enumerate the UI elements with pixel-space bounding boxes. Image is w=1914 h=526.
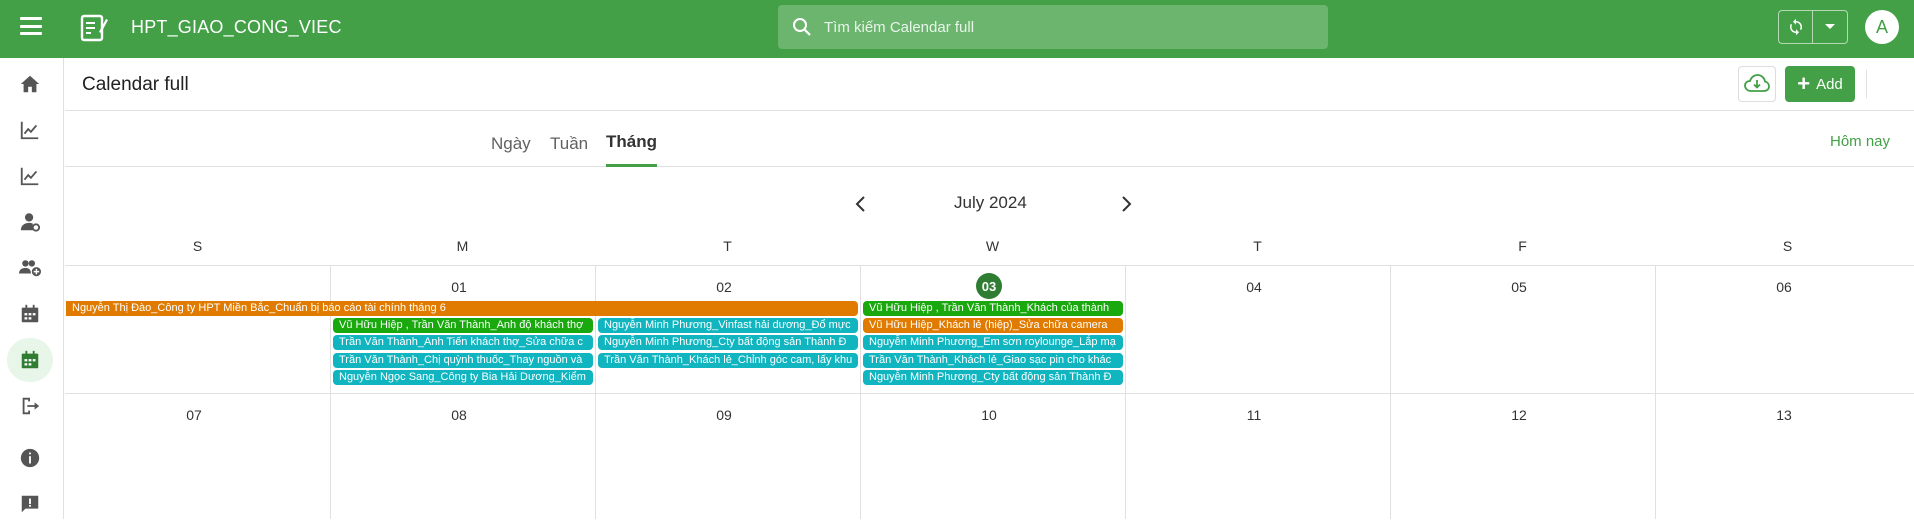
divider: [1866, 70, 1867, 98]
chevron-right-icon: [1122, 196, 1132, 212]
caret-down-icon: [1825, 24, 1835, 29]
tab-month[interactable]: Tháng: [606, 132, 657, 152]
sidebar-item-user-settings[interactable]: [7, 200, 53, 244]
next-month-button[interactable]: [1116, 194, 1136, 214]
calendar-event[interactable]: Nguyễn Minh Phương_Cty bất động sản Thàn…: [598, 335, 858, 350]
calendar-event[interactable]: Trần Văn Thành_Chị quỳnh thuốc_Thay nguồ…: [333, 353, 593, 368]
sidebar-item-home[interactable]: [7, 62, 53, 106]
page-header: Calendar full + Add: [65, 58, 1914, 111]
calendar-event[interactable]: Trần Văn Thành_Anh Tiến khách thợ_Sửa ch…: [333, 335, 593, 350]
trending-icon: [20, 167, 39, 186]
app-title: HPT_GIAO_CONG_VIEC: [131, 17, 342, 37]
sync-button[interactable]: [1779, 11, 1813, 43]
calendar-event[interactable]: Vũ Hữu Hiệp_Khách lẻ (hiệp)_Sửa chữa cam…: [863, 318, 1123, 333]
tab-day[interactable]: Ngày: [491, 134, 531, 154]
add-button-label: Add: [1816, 75, 1843, 93]
sidebar-item-calendar[interactable]: [7, 292, 53, 336]
view-tabs: Ngày Tuần Tháng Hôm nay: [65, 112, 1914, 167]
day-cell-number[interactable]: 06: [1769, 279, 1799, 295]
sidebar-item-info[interactable]: [7, 436, 53, 480]
weekday-label: M: [456, 238, 469, 254]
menu-icon[interactable]: [20, 17, 42, 35]
prev-month-button[interactable]: [851, 194, 871, 214]
sidebar-item-report-1[interactable]: [7, 108, 53, 152]
calendar-event[interactable]: Vũ Hữu Hiệp , Trần Văn Thành_Anh độ khác…: [333, 318, 593, 333]
sidebar-item-report-2[interactable]: [7, 154, 53, 198]
sidebar: [0, 58, 64, 519]
day-cell-number[interactable]: 02: [709, 279, 739, 295]
calendar-event[interactable]: Nguyễn Thị Đào_Công ty HPT Miền Bắc_Chuẩ…: [66, 301, 858, 316]
sync-dropdown-button[interactable]: [1813, 11, 1847, 43]
search-bar[interactable]: [778, 5, 1328, 49]
trending-icon: [20, 121, 39, 140]
calendar-icon: [21, 304, 39, 323]
day-cell-number[interactable]: 10: [974, 407, 1004, 423]
month-navigation: July 2024: [65, 168, 1914, 238]
month-label: July 2024: [954, 193, 1027, 212]
sync-button-group: [1778, 10, 1848, 44]
plus-icon: +: [1797, 71, 1811, 96]
weekday-label: S: [1782, 238, 1793, 254]
chevron-left-icon: [855, 196, 865, 212]
day-cell-number[interactable]: 07: [179, 407, 209, 423]
day-cell-number[interactable]: 11: [1239, 407, 1269, 423]
today-day-badge[interactable]: 03: [976, 273, 1002, 299]
avatar[interactable]: A: [1865, 10, 1899, 44]
calendar-event[interactable]: Trần Văn Thành_Khách lẻ_Giao sạc pin cho…: [863, 353, 1123, 368]
info-icon: [20, 448, 40, 468]
feedback-icon: [21, 495, 39, 513]
day-cell-number[interactable]: 13: [1769, 407, 1799, 423]
weekday-header: S M T W T F S: [65, 236, 1914, 266]
calendar-event[interactable]: Trần Văn Thành_Khách lẻ_Chỉnh góc cam, l…: [598, 353, 858, 368]
calendar-icon: [21, 350, 39, 369]
calendar-event[interactable]: Nguyễn Minh Phương_Cty bất động sản Thàn…: [863, 370, 1123, 385]
logout-icon: [22, 397, 40, 415]
add-group-icon: [19, 260, 41, 277]
calendar-event[interactable]: Nguyễn Ngọc Sang_Công ty Bia Hải Dương_K…: [333, 370, 593, 385]
tab-week[interactable]: Tuần: [550, 134, 588, 154]
day-cell-number[interactable]: 04: [1239, 279, 1269, 295]
weekday-label: F: [1518, 238, 1527, 254]
sidebar-item-calendar-full[interactable]: [7, 338, 53, 382]
add-button[interactable]: + Add: [1785, 66, 1855, 102]
app-logo-icon: [77, 12, 109, 44]
day-cell-number[interactable]: 08: [444, 407, 474, 423]
day-cell-number[interactable]: 05: [1504, 279, 1534, 295]
calendar-event[interactable]: Nguyễn Minh Phương_Em sơn roylounge_Lắp …: [863, 335, 1123, 350]
search-icon: [793, 18, 811, 36]
sync-icon: [1789, 18, 1802, 36]
weekday-label: W: [985, 238, 1000, 254]
calendar-event[interactable]: Vũ Hữu Hiệp , Trần Văn Thành_Khách của t…: [863, 301, 1123, 316]
calendar-event[interactable]: Nguyễn Minh Phương_Vinfast hải dương_Đổ …: [598, 318, 858, 333]
weekday-label: S: [192, 238, 203, 254]
day-cell-number[interactable]: 12: [1504, 407, 1534, 423]
sidebar-item-logout[interactable]: [7, 384, 53, 428]
cloud-download-icon: [1744, 74, 1770, 92]
day-cell-number[interactable]: 01: [444, 279, 474, 295]
active-tab-indicator: [606, 164, 657, 167]
user-gear-icon: [20, 213, 41, 232]
day-cell-number[interactable]: 09: [709, 407, 739, 423]
today-button[interactable]: Hôm nay: [1830, 133, 1890, 150]
weekday-label: T: [723, 238, 732, 254]
sidebar-item-feedback[interactable]: [7, 482, 53, 526]
top-app-bar: HPT_GIAO_CONG_VIEC A: [0, 0, 1914, 58]
home-icon: [20, 75, 40, 93]
weekday-label: T: [1253, 238, 1262, 254]
download-button[interactable]: [1738, 66, 1776, 102]
search-input[interactable]: [824, 18, 1294, 36]
page-title: Calendar full: [82, 74, 189, 95]
sidebar-item-add-group[interactable]: [7, 246, 53, 290]
